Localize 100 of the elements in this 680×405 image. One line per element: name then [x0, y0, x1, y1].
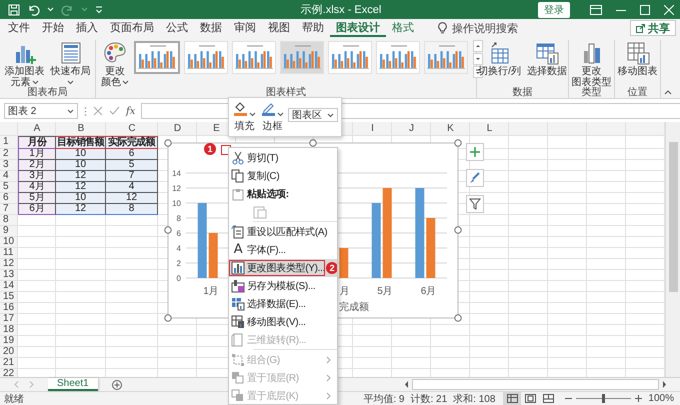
caret-icon[interactable]: [47, 7, 54, 12]
row-header[interactable]: 20: [0, 347, 18, 358]
fill-icon: [233, 101, 248, 117]
row-header[interactable]: 4: [0, 171, 18, 182]
gallery-down-icon[interactable]: [473, 53, 483, 65]
row-header[interactable]: 12: [0, 259, 18, 270]
table-cell: 10: [56, 193, 106, 204]
column-header[interactable]: J: [392, 122, 431, 136]
quick-layout-button[interactable]: 快速布局: [48, 40, 92, 86]
resize-handle[interactable]: [309, 139, 317, 147]
row-header[interactable]: 13: [0, 270, 18, 281]
zoom-out-icon[interactable]: [565, 395, 572, 402]
select-data-button[interactable]: 选择数据: [524, 40, 569, 78]
zoom-in-icon[interactable]: [635, 395, 642, 402]
ribbon-tab[interactable]: 格式: [386, 19, 420, 37]
menu-item[interactable]: 重设以匹配样式(A): [229, 223, 337, 241]
zoom-slider-thumb[interactable]: [602, 394, 606, 403]
column-header[interactable]: K: [431, 122, 470, 136]
ribbon-tab[interactable]: 公式: [160, 19, 194, 37]
add-element-icon[interactable]: [466, 143, 484, 161]
view-button[interactable]: [503, 392, 522, 405]
chart-style-thumbnail[interactable]: [134, 41, 180, 74]
caret-icon: [81, 7, 88, 12]
zoom-level[interactable]: 100%: [648, 393, 674, 404]
menu-item[interactable]: A 字体(F)...: [229, 241, 337, 259]
save-icon[interactable]: [8, 4, 20, 16]
menu-item[interactable]: 选择数据(E)...: [229, 295, 337, 313]
resize-handle[interactable]: [164, 226, 172, 234]
row-header[interactable]: 3: [0, 160, 18, 171]
sheet-tab[interactable]: Sheet1: [48, 378, 98, 391]
vertical-scrollbar[interactable]: [665, 122, 680, 377]
ribbon-display-icon[interactable]: [590, 4, 602, 14]
ribbon-tab[interactable]: 视图: [262, 19, 296, 37]
row-header[interactable]: 9: [0, 226, 18, 237]
insert-function-button[interactable]: fx: [126, 106, 136, 116]
chart-element-dropdown[interactable]: 图表区: [288, 108, 338, 122]
row-header[interactable]: 22: [0, 369, 18, 377]
row-header[interactable]: 1: [0, 136, 18, 149]
brush-icon[interactable]: [466, 169, 484, 187]
close-icon[interactable]: [664, 4, 674, 14]
scroll-left-icon[interactable]: [403, 380, 410, 389]
gallery-up-icon[interactable]: [473, 40, 483, 52]
row-header[interactable]: 5: [0, 182, 18, 193]
sign-in-button[interactable]: 登录: [538, 2, 570, 18]
column-header[interactable]: D: [158, 122, 197, 136]
row-header[interactable]: 18: [0, 325, 18, 336]
share-button[interactable]: 共享: [630, 20, 676, 36]
menu-item[interactable]: 另存为模板(S)...: [229, 277, 337, 295]
resize-handle[interactable]: [454, 139, 462, 147]
mini-chart-icon: [136, 44, 178, 71]
cancel-icon[interactable]: [93, 106, 103, 116]
resize-handle[interactable]: [164, 314, 172, 322]
row-header[interactable]: 6: [0, 193, 18, 204]
resize-handle[interactable]: [164, 139, 172, 147]
row-header[interactable]: 2: [0, 149, 18, 160]
column-header[interactable]: B: [56, 122, 106, 136]
row-header[interactable]: 17: [0, 314, 18, 325]
row-header[interactable]: 21: [0, 358, 18, 369]
ribbon-tab[interactable]: 页面布局: [104, 19, 160, 37]
column-header[interactable]: L: [470, 122, 509, 136]
scroll-right-icon[interactable]: [661, 380, 668, 389]
resize-handle[interactable]: [454, 314, 462, 322]
cube-icon: [231, 333, 245, 347]
ribbon-tab[interactable]: 开始: [36, 19, 70, 37]
row-header[interactable]: 19: [0, 336, 18, 347]
axis-tick-label: 6: [176, 229, 181, 238]
row-header[interactable]: 16: [0, 303, 18, 314]
change-colors-button[interactable]: 更改 颜色: [99, 40, 131, 89]
row-header[interactable]: 10: [0, 237, 18, 248]
menu-item[interactable]: 更改图表类型(Y)... 2: [229, 259, 337, 277]
row-header[interactable]: 14: [0, 281, 18, 292]
row-header[interactable]: 15: [0, 292, 18, 303]
menu-item[interactable]: 剪切(T): [229, 149, 337, 167]
column-header[interactable]: A: [18, 122, 56, 136]
filter-icon[interactable]: [466, 195, 484, 213]
row-header[interactable]: 8: [0, 215, 18, 226]
ribbon-tab[interactable]: 数据: [194, 19, 228, 37]
switch-row-column-button[interactable]: 切换行/列: [476, 40, 523, 78]
fill-button[interactable]: 填充: [232, 101, 257, 133]
move-chart-button[interactable]: 移动图表: [616, 40, 660, 78]
maximize-icon[interactable]: [640, 4, 650, 14]
menu-item[interactable]: 移动图表(V)...: [229, 313, 337, 331]
ribbon-tab[interactable]: 帮助: [296, 19, 330, 37]
resize-handle[interactable]: [454, 226, 462, 234]
column-header[interactable]: C: [106, 122, 158, 136]
add-sheet-icon[interactable]: [112, 380, 122, 390]
row-header[interactable]: 7: [0, 204, 18, 215]
name-box[interactable]: 图表 2: [4, 103, 78, 119]
undo-icon[interactable]: [27, 4, 40, 16]
customize-icon[interactable]: [95, 5, 103, 14]
menu-item[interactable]: 复制(C): [229, 167, 337, 185]
column-header[interactable]: I: [353, 122, 392, 136]
ribbon-tab[interactable]: 插入: [70, 19, 104, 37]
ribbon-tab[interactable]: 审阅: [228, 19, 262, 37]
border-button[interactable]: 边框: [260, 101, 285, 133]
enter-icon[interactable]: [109, 106, 120, 116]
collapse-ribbon-icon[interactable]: [664, 90, 672, 95]
tell-me-search[interactable]: 操作说明搜索: [452, 20, 518, 36]
row-header[interactable]: 11: [0, 248, 18, 259]
ribbon-tab[interactable]: 文件: [2, 19, 36, 37]
